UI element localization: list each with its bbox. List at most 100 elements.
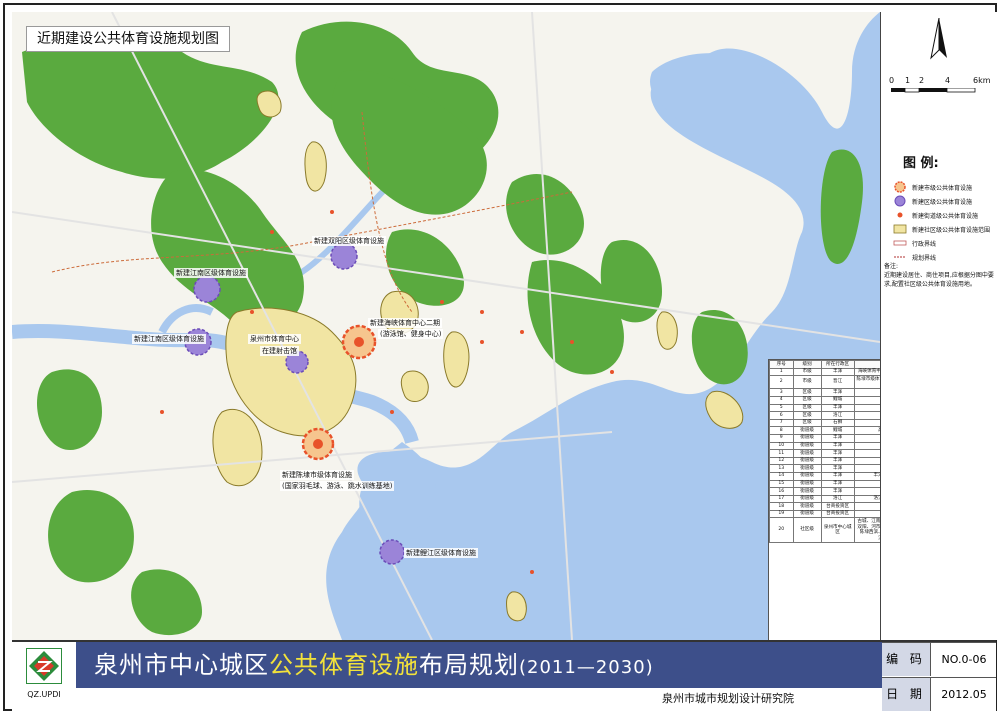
- table-cell: 区级: [792, 403, 822, 413]
- table-cell: 双阳区级体育设施: [853, 411, 880, 420]
- logo-icon: [25, 647, 63, 685]
- table-cell: 街道级: [792, 464, 822, 473]
- table-cell: 市级: [792, 375, 822, 390]
- legend-item: 行政界线: [893, 236, 995, 250]
- table-cell: 丰泽: [820, 449, 855, 458]
- logo-text: QZ.UPDI: [27, 690, 61, 699]
- table-cell: 街道级: [792, 487, 822, 496]
- table-cell: 7: [769, 418, 794, 428]
- table-cell: 海峡体育中心二期(游泳馆、全民健身中心): [853, 367, 880, 377]
- table-row: 12街道级丰泽北星体育设施15000: [769, 456, 880, 466]
- table-header: 序号级别所在行政区名称面积(平方米): [769, 360, 880, 369]
- scale-tick: 1: [905, 76, 911, 85]
- code-value: NO.0-06: [941, 653, 987, 666]
- main-title: 泉州市中心城区公共体育设施布局规划(2011—2030): [94, 646, 654, 687]
- table-cell: 丰泽区青少年校外活动中心: [853, 471, 880, 481]
- scale-tick: 4: [945, 76, 951, 85]
- note-text: 近期建设居住、商住项目,应根据分图中要求,配置社区级公共体育设施用地。: [884, 272, 994, 288]
- map-graphic: [12, 12, 880, 640]
- legend-label: 新建街道级公共体育设施: [912, 212, 979, 220]
- table-cell: 街道级: [792, 509, 822, 519]
- table-cell: 泉州市中心城区: [820, 517, 855, 543]
- table-cell: 8: [769, 426, 794, 435]
- table-cell: 11: [769, 449, 794, 458]
- table-cell: 洛江区青少年校外活动中心: [853, 494, 880, 504]
- table-cell: 14: [769, 471, 794, 481]
- table-cell: 3: [769, 388, 794, 397]
- legend-title: 图 例:: [903, 156, 939, 171]
- legend-label: 新建社区级公共体育设施范围: [912, 226, 991, 234]
- map-title: 近期建设公共体育设施规划图: [26, 26, 230, 52]
- site-label: (游泳馆、健身中心): [378, 329, 444, 339]
- table-cell: 丰泽: [820, 388, 855, 397]
- table-row: 14街道级丰泽丰泽区青少年校外活动中心20014: [769, 471, 880, 481]
- table-cell: 区级: [792, 411, 822, 420]
- table-cell: 丰泽: [820, 456, 855, 466]
- table-row: 18街道级台商投资区杏田体育设施28400: [769, 502, 880, 511]
- table-cell: 4: [769, 395, 794, 405]
- table-cell: 18: [769, 502, 794, 511]
- legend-label: 新建市级公共体育设施: [912, 184, 973, 192]
- table-header-cell: 名称: [853, 360, 880, 369]
- table-cell: 街道级: [792, 494, 822, 504]
- table-body: 1市级丰泽海峡体育中心二期(游泳馆、全民健身中心)400202市级晋江陈埭市级体…: [769, 367, 880, 543]
- table-cell: 17: [769, 494, 794, 504]
- table-cell: 社区级: [792, 517, 822, 543]
- legend-item: 新建市级公共体育设施: [893, 180, 995, 194]
- table-cell: 坪山体育设施: [853, 433, 880, 443]
- table-cell: 街道级: [792, 426, 822, 435]
- table-row: 3区级丰泽泉州市射击馆16575: [769, 388, 880, 397]
- legend-item: 新建街道级公共体育设施: [893, 208, 995, 222]
- table-cell: 20: [769, 517, 794, 543]
- table-cell: 洛江: [820, 494, 855, 504]
- table-cell: 5: [769, 403, 794, 413]
- table-row: 10街道级丰泽滨城体育设施16937: [769, 441, 880, 451]
- site-label: 新建陈埭市级体育设施: [280, 470, 354, 480]
- table-row: 5区级丰泽北峰区级体育设施62284: [769, 403, 880, 413]
- site-label: 新建海峡体育中心二期: [368, 318, 442, 328]
- table-cell: 台商投资区: [820, 509, 855, 519]
- table-cell: 12: [769, 456, 794, 466]
- table-cell: 丰泽: [820, 471, 855, 481]
- table-row: 6区级洛江双阳区级体育设施23343: [769, 411, 880, 420]
- scale-tick: 0: [889, 76, 895, 85]
- map-canvas[interactable]: 近期建设公共体育设施规划图 新建双阳区级体育设施 新建江南区级体育设施 新建江南…: [12, 12, 880, 640]
- code-label: 编 码: [882, 643, 931, 676]
- table-row: 16街道级丰泽鼓赞体育设施14346: [769, 487, 880, 496]
- table-row: 15街道级丰泽城东体育设施10000: [769, 479, 880, 489]
- site-label: (国家羽毛球、游泳、跳水训练基地): [280, 481, 395, 491]
- table-cell: 2: [769, 375, 794, 390]
- table-cell: 鲤城: [820, 395, 855, 405]
- table-header-cell: 序号: [769, 360, 794, 369]
- site-label: 泉州市体育中心: [248, 334, 301, 344]
- table-cell: 街道级: [792, 502, 822, 511]
- table-cell: 洛江: [820, 411, 855, 420]
- legend-item: 新建区级公共体育设施: [893, 194, 995, 208]
- table-cell: 区级: [792, 395, 822, 405]
- table-cell: 丰泽: [820, 464, 855, 473]
- table-cell: 街道级: [792, 441, 822, 451]
- table-cell: 杏田体育设施: [853, 502, 880, 511]
- legend-label: 新建区级公共体育设施: [912, 198, 973, 206]
- community-area-icon: [893, 224, 907, 234]
- table-cell: 13: [769, 464, 794, 473]
- facility-table: 序号级别所在行政区名称面积(平方米) 1市级丰泽海峡体育中心二期(游泳馆、全民健…: [768, 359, 880, 640]
- table-row: 11街道级丰泽东梅体育设施15495: [769, 449, 880, 458]
- table-cell: 16: [769, 487, 794, 496]
- site-label: 新建双阳区级体育设施: [312, 236, 386, 246]
- legend-note: 备注: 近期建设居住、商住项目,应根据分图中要求,配置社区级公共体育设施用地。: [884, 262, 994, 289]
- table-cell: 北星体育设施: [853, 456, 880, 466]
- table-cell: 15: [769, 479, 794, 489]
- table-cell: 北峰区级体育设施: [853, 403, 880, 413]
- table-cell: 街道级: [792, 479, 822, 489]
- main-title-highlight: 公共体育设施: [269, 651, 419, 679]
- table-cell: 鼓赞体育设施: [853, 487, 880, 496]
- table-cell: 滨城体育设施: [853, 441, 880, 451]
- table-cell: 台商投资区: [820, 502, 855, 511]
- table-row: 19街道级台商投资区东园西体育设施38600: [769, 509, 880, 519]
- table-cell: 街道级: [792, 433, 822, 443]
- scale-tick: 6km: [973, 76, 991, 85]
- code-row: 编 码 NO.0-06: [882, 642, 996, 676]
- city-facility-icon: [893, 181, 907, 193]
- legend-panel: 0 1 2 4 6km 图 例: 新建市级公共体育设施 新建区级公共体育设施 新…: [880, 12, 997, 640]
